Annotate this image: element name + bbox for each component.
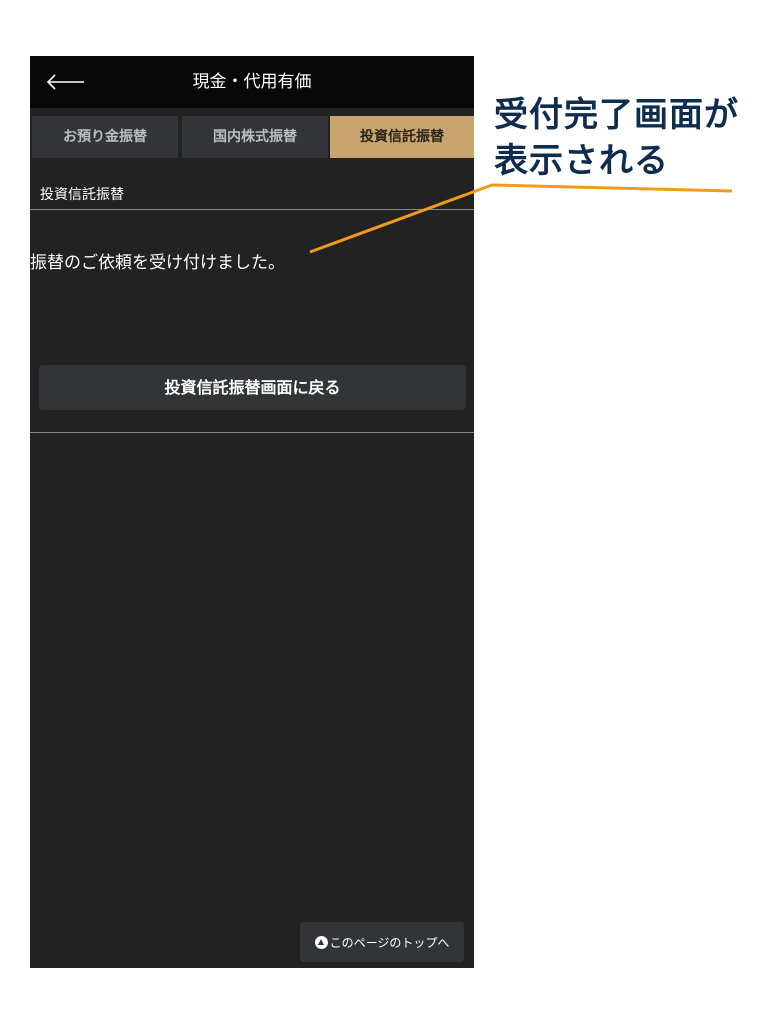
divider (30, 432, 474, 433)
divider (30, 209, 474, 210)
completion-message: 振替のご依頼を受け付けました。 (30, 253, 285, 273)
arrow-left-icon (46, 74, 84, 90)
back-button[interactable] (44, 68, 88, 96)
annotation-line-2: 表示される (494, 141, 669, 181)
annotation-callout: 受付完了画面が 表示される (494, 92, 774, 184)
annotation-line-1: 受付完了画面が (494, 95, 739, 135)
tab-domestic-stock-transfer[interactable]: 国内株式振替 (182, 116, 328, 158)
return-to-transfer-button[interactable]: 投資信託振替画面に戻る (39, 365, 466, 410)
page: 現金・代用有価 お預り金振替 国内株式振替 投資信託振替 投資信託振替 振替のご… (0, 0, 780, 1024)
arrow-up-circle-icon (314, 935, 328, 949)
tab-deposit-transfer[interactable]: お預り金振替 (32, 116, 178, 158)
section-heading: 投資信託振替 (40, 187, 124, 203)
transfer-tabs: お預り金振替 国内株式振替 投資信託振替 (30, 116, 474, 158)
page-title: 現金・代用有価 (192, 72, 312, 92)
tab-investment-trust-transfer[interactable]: 投資信託振替 (330, 116, 474, 158)
page-top-label: このページのトップへ (329, 935, 450, 950)
app-screen: 現金・代用有価 お預り金振替 国内株式振替 投資信託振替 投資信託振替 振替のご… (30, 56, 474, 968)
app-header: 現金・代用有価 (30, 56, 474, 108)
page-top-button[interactable]: このページのトップへ (300, 922, 464, 962)
